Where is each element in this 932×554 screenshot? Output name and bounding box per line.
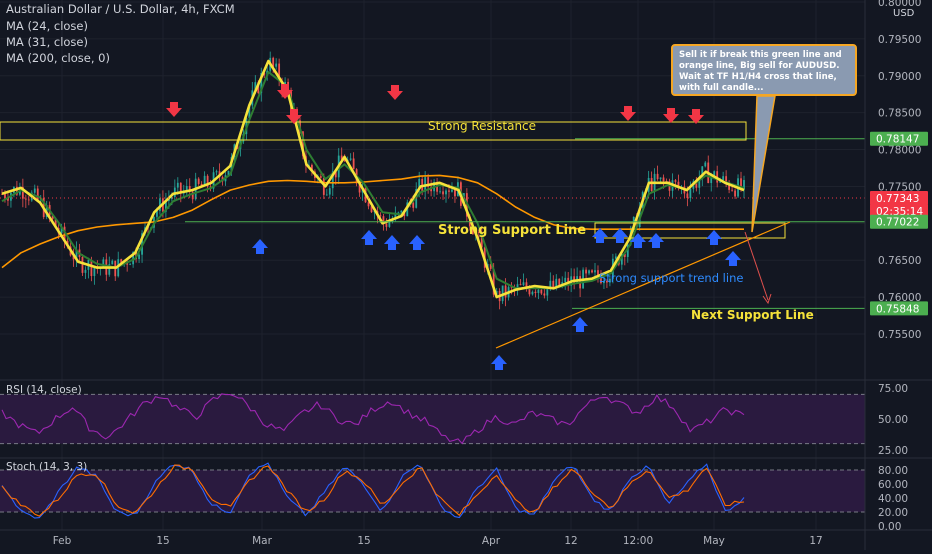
candle-body — [674, 180, 677, 182]
price-tick-label: 0.76500 — [878, 255, 921, 267]
time-tick-label: Mar — [252, 535, 272, 547]
candle-body — [388, 221, 391, 227]
candle-body — [549, 280, 552, 288]
candle-body — [448, 190, 450, 192]
candle-body — [594, 270, 596, 273]
candle-body — [90, 259, 93, 277]
candle-body — [84, 269, 87, 273]
candle-body — [591, 270, 593, 273]
candle-body — [349, 158, 352, 160]
candle-body — [659, 177, 662, 180]
price-label: 0.75848 — [876, 303, 919, 315]
stoch-tick-label: 0.00 — [878, 521, 901, 533]
candle-body — [504, 285, 507, 298]
trend-label: Strong support trend line — [599, 271, 743, 285]
stoch-tick-label: 20.00 — [878, 507, 908, 519]
indicator-ma200[interactable]: MA (200, close, 0) — [6, 51, 110, 65]
stoch-tick-label: 40.00 — [878, 493, 908, 505]
candle-body — [534, 291, 537, 293]
price-label: 0.77022 — [876, 217, 919, 229]
candle-body — [319, 176, 322, 178]
candle-body — [662, 177, 665, 182]
time-tick-label: 15 — [357, 535, 370, 547]
candle-body — [650, 177, 653, 192]
resistance-label: Strong Resistance — [428, 119, 536, 133]
candle-body — [522, 282, 525, 285]
time-tick-label: 12 — [564, 535, 577, 547]
candle-body — [543, 293, 546, 296]
currency-label: USD — [893, 8, 915, 19]
candle-body — [367, 202, 370, 207]
price-tick-label: 0.78000 — [878, 145, 921, 157]
rsi-tick-label: 50.00 — [878, 414, 908, 426]
rsi-tick-label: 75.00 — [878, 383, 908, 395]
candle-body — [540, 289, 543, 294]
time-tick-label: May — [703, 535, 725, 547]
candle-body — [400, 210, 403, 213]
candle-body — [439, 191, 441, 193]
rsi-tick-label: 25.00 — [878, 445, 908, 457]
chart-stage: 0.755000.760000.765000.770000.775000.780… — [0, 0, 932, 550]
candle-body — [33, 188, 36, 193]
candle-body — [328, 188, 331, 195]
candle-body — [36, 188, 39, 200]
candle-body — [734, 190, 736, 197]
indicator-ma31[interactable]: MA (31, close) — [6, 35, 88, 49]
rsi-band — [0, 394, 865, 444]
chart-title: Australian Dollar / U.S. Dollar, 4h, FXC… — [6, 2, 235, 16]
candle-body — [385, 223, 388, 227]
rsi-title: RSI (14, close) — [6, 384, 82, 396]
candle-body — [656, 173, 659, 180]
candle-body — [445, 190, 447, 195]
candle-body — [686, 193, 689, 198]
candle-body — [537, 289, 540, 293]
candle-body — [275, 63, 278, 67]
candle-body — [412, 202, 415, 208]
time-tick-label: Feb — [53, 535, 72, 547]
callout-note: Sell it if break this green line and ora… — [671, 44, 857, 96]
candle-body — [81, 257, 84, 273]
candle-body — [352, 158, 355, 170]
candle-body — [24, 198, 27, 200]
candle-body — [731, 189, 733, 191]
price-tick-label: 0.78500 — [878, 108, 921, 120]
candle-body — [704, 162, 707, 167]
price-tick-label: 0.79000 — [878, 71, 921, 83]
candle-body — [27, 199, 30, 201]
candle-body — [93, 267, 96, 277]
stoch-tick-label: 60.00 — [878, 479, 908, 491]
candle-body — [531, 291, 534, 295]
candle-body — [111, 260, 114, 265]
time-tick-label: Apr — [482, 535, 501, 547]
time-tick-label: 17 — [809, 535, 822, 547]
price-label: 0.77343 — [876, 193, 919, 205]
indicator-ma24[interactable]: MA (24, close) — [6, 19, 88, 33]
candle-body — [325, 194, 328, 196]
price-label: 0.78147 — [876, 134, 919, 146]
stoch-tick-label: 80.00 — [878, 465, 908, 477]
support-label: Strong Support Line — [438, 223, 586, 238]
candle-body — [451, 189, 453, 192]
candle-body — [564, 277, 567, 283]
candle-body — [442, 191, 444, 195]
candle-body — [176, 182, 179, 188]
candle-body — [215, 171, 218, 173]
stoch-title: Stoch (14, 3, 3) — [6, 461, 87, 473]
time-tick-label: 12:00 — [623, 535, 653, 547]
candle-body — [722, 176, 725, 181]
price-tick-label: 0.79500 — [878, 34, 921, 46]
candle-body — [138, 254, 140, 259]
candle-body — [129, 264, 132, 266]
next-support-label: Next Support Line — [691, 308, 814, 322]
candle-body — [197, 178, 200, 184]
price-tick-label: 0.75500 — [878, 329, 921, 341]
candle-body — [588, 270, 590, 274]
candle-body — [585, 269, 587, 274]
candle-body — [454, 189, 456, 197]
candle-body — [689, 188, 692, 198]
candle-body — [519, 284, 522, 286]
time-tick-label: 15 — [156, 535, 169, 547]
